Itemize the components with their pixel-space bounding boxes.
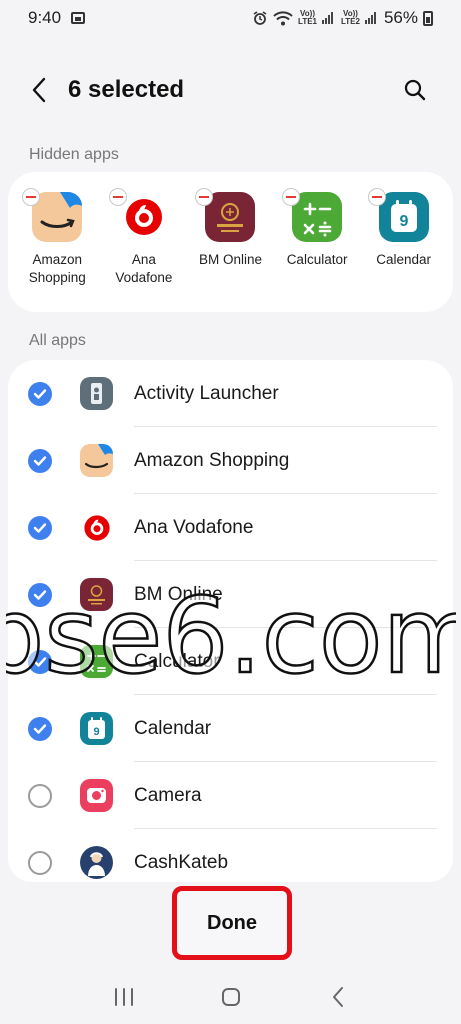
done-button[interactable]: Done: [172, 886, 292, 960]
navigation-bar: [0, 970, 461, 1024]
signal-1-icon: [322, 12, 336, 24]
signal-2-icon: [364, 12, 379, 24]
checkbox-checked[interactable]: [28, 649, 52, 674]
nav-back-button[interactable]: [318, 977, 358, 1017]
recents-button[interactable]: [104, 977, 144, 1017]
hidden-app-calculator[interactable]: Calculator: [274, 188, 361, 312]
app-name: Calculator: [134, 650, 220, 672]
all-apps-label: All apps: [29, 332, 86, 349]
calendar-day: 9: [93, 726, 99, 738]
app-name: BM Online: [134, 583, 223, 605]
page-title: 6 selected: [68, 76, 185, 103]
hidden-app-amazon[interactable]: Amazon Shopping: [14, 188, 101, 312]
app-name: Activity Launcher: [134, 382, 279, 404]
checkbox-checked[interactable]: [28, 515, 52, 540]
alarm-icon: [253, 11, 267, 25]
cashkateb-icon: [80, 846, 113, 879]
nav-back-icon: [332, 987, 343, 1007]
checkbox-checked[interactable]: [28, 716, 52, 741]
list-item-bm-online[interactable]: BM Online: [8, 561, 453, 628]
hidden-app-name: Ana Vodafone: [115, 252, 173, 285]
hidden-app-name: BM Online: [198, 252, 262, 267]
app-bar: 6 selected: [0, 60, 461, 120]
calendar-icon: 9: [378, 192, 429, 242]
calculator-icon: [80, 645, 113, 678]
list-item-calculator[interactable]: Calculator: [8, 628, 453, 695]
lte2-label: Vo)) LTE2: [341, 9, 360, 26]
hidden-apps-label: Hidden apps: [29, 146, 119, 163]
checkbox-checked[interactable]: [28, 582, 52, 607]
activity-launcher-icon: [80, 377, 113, 410]
bm-online-icon: [80, 578, 113, 611]
calendar-day: 9: [399, 213, 408, 230]
checkbox-unchecked[interactable]: [28, 850, 52, 875]
home-button[interactable]: [211, 977, 251, 1017]
all-apps-list: Activity Launcher Amazon Shopping Ana Vo…: [8, 360, 453, 882]
app-name: Amazon Shopping: [134, 449, 290, 471]
amazon-icon: [80, 444, 113, 477]
list-item-camera[interactable]: Camera: [8, 762, 453, 829]
list-item-activity-launcher[interactable]: Activity Launcher: [8, 360, 453, 427]
checkbox-checked[interactable]: [28, 381, 52, 406]
list-item-cashkateb[interactable]: CashKateb: [8, 829, 453, 882]
status-time: 9:40: [28, 8, 62, 27]
checkbox-checked[interactable]: [28, 448, 52, 473]
vodafone-icon: [80, 511, 113, 544]
list-item-calendar[interactable]: 9 Calendar: [8, 695, 453, 762]
back-button[interactable]: [26, 70, 52, 110]
wifi-icon: [273, 10, 293, 25]
battery-icon: [423, 10, 433, 26]
hidden-app-name: Calculator: [286, 252, 348, 267]
search-button[interactable]: [395, 70, 435, 110]
calendar-icon: 9: [80, 712, 113, 745]
remove-icon[interactable]: [281, 188, 300, 206]
app-name: Ana Vodafone: [134, 516, 254, 538]
remove-icon[interactable]: [22, 188, 40, 206]
hidden-app-vodafone[interactable]: Ana Vodafone: [101, 188, 188, 312]
checkbox-unchecked[interactable]: [28, 783, 52, 808]
hidden-app-name: Calendar: [376, 252, 432, 267]
hidden-apps-card: Amazon Shopping Ana Vodafone BM Online C…: [8, 172, 453, 312]
hidden-app-bm-online[interactable]: BM Online: [187, 188, 274, 312]
home-icon: [221, 988, 240, 1006]
battery-percent: 56%: [383, 8, 418, 27]
search-icon: [404, 79, 426, 101]
app-name: Camera: [134, 784, 202, 806]
remove-icon[interactable]: [108, 188, 127, 206]
back-arrow-icon: [32, 77, 46, 103]
app-name: Calendar: [134, 717, 212, 739]
amazon-icon: [32, 192, 83, 242]
gallery-notification-icon: [71, 12, 86, 24]
camera-icon: [80, 779, 113, 812]
list-item-amazon-shopping[interactable]: Amazon Shopping: [8, 427, 453, 494]
hidden-app-calendar[interactable]: 9 Calendar: [360, 188, 447, 312]
bm-online-icon: [205, 192, 256, 242]
recents-icon: [114, 988, 133, 1006]
lte1-label: Vo)) LTE1: [298, 9, 317, 26]
hidden-app-name: Amazon Shopping: [28, 252, 86, 285]
status-bar: 9:40 Vo)) LTE1 Vo)) LTE2 56%: [0, 0, 461, 36]
app-name: CashKateb: [134, 851, 229, 873]
list-item-ana-vodafone[interactable]: Ana Vodafone: [8, 494, 453, 561]
